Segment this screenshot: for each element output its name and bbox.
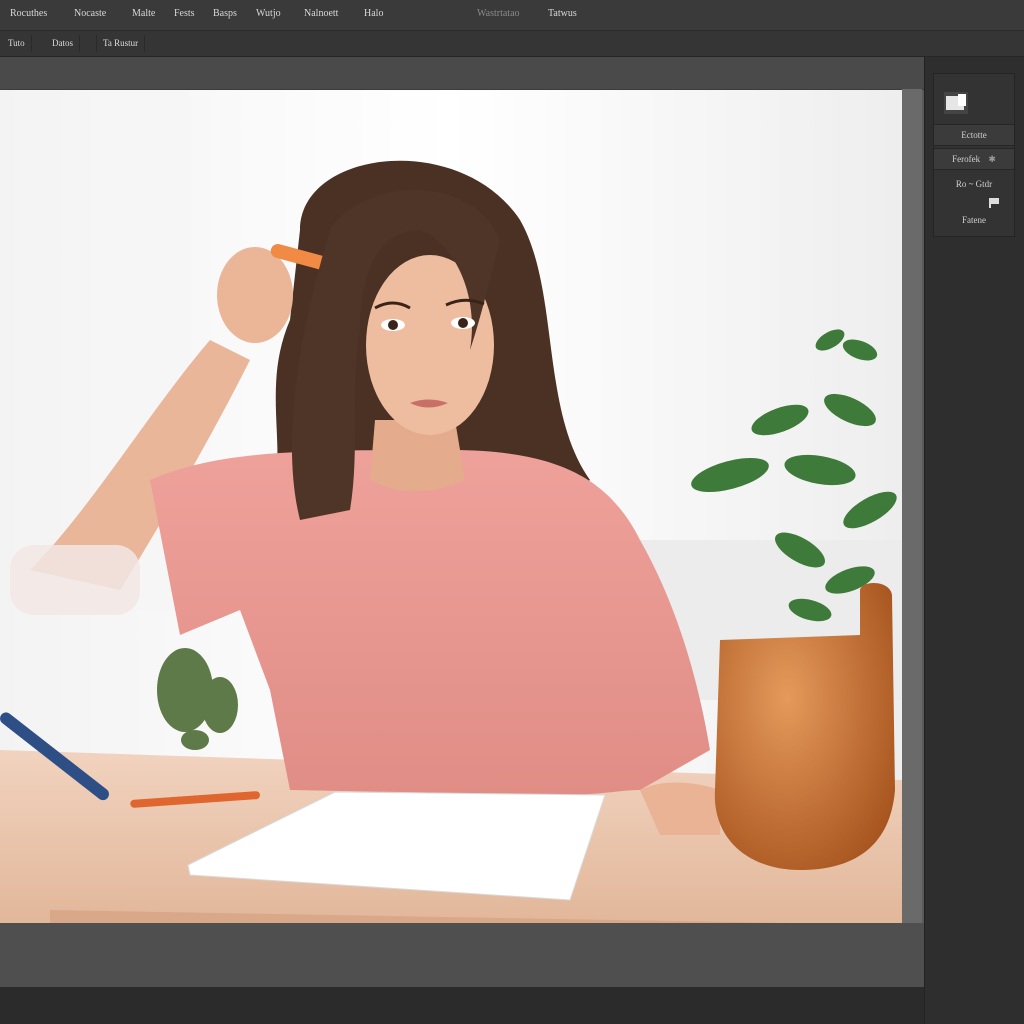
- menu-item-type[interactable]: Basps: [213, 8, 237, 19]
- canvas-photo: [0, 90, 902, 923]
- panel-title[interactable]: Ectotte: [934, 124, 1014, 146]
- vertical-scrollbar[interactable]: [902, 89, 922, 955]
- star-icon[interactable]: ✱: [988, 154, 996, 164]
- image-canvas[interactable]: [0, 90, 902, 923]
- document-tab-bar: Tuto Datos Ta Rustur: [0, 31, 1024, 57]
- panel-row-layer[interactable]: Ferofek ✱: [934, 148, 1014, 170]
- menu-item-image[interactable]: Malte: [132, 8, 155, 19]
- panel-row-layer-label: Ferofek: [952, 154, 981, 164]
- menu-item-select[interactable]: Wutjo: [256, 8, 281, 19]
- right-panel: Ectotte Ferofek ✱ Ro ~ Gtdr Fatene: [924, 57, 1024, 1024]
- menu-item-layer[interactable]: Fests: [174, 8, 195, 19]
- menu-item-filter[interactable]: Nalnoett: [304, 8, 338, 19]
- canvas-header-strip: [0, 57, 924, 90]
- flag-icon[interactable]: [934, 192, 1014, 212]
- menu-item-view[interactable]: Halo: [364, 8, 383, 19]
- menu-bar: Rocuthes Nocaste Malte Fests Basps Wutjo…: [0, 0, 1024, 31]
- menu-item-edit[interactable]: Nocaste: [74, 8, 106, 19]
- tab-document-3[interactable]: Ta Rustur: [96, 35, 146, 52]
- workspace: [0, 57, 924, 987]
- bottom-strip: [0, 987, 924, 1024]
- canvas-bottom-area: [0, 923, 924, 987]
- tab-document-1[interactable]: Tuto: [2, 35, 32, 52]
- panel-row-blend[interactable]: Ro ~ Gtdr: [934, 174, 1014, 194]
- menu-item-window[interactable]: Wastrtatao: [477, 8, 520, 19]
- layer-thumbnail-icon[interactable]: [944, 92, 968, 114]
- layers-panel: Ectotte Ferofek ✱ Ro ~ Gtdr Fatene: [933, 73, 1015, 237]
- menu-item-help[interactable]: Tatwus: [548, 8, 577, 19]
- tab-document-2[interactable]: Datos: [46, 35, 80, 52]
- menu-item-file[interactable]: Rocuthes: [10, 8, 47, 19]
- panel-row-name[interactable]: Fatene: [934, 210, 1014, 230]
